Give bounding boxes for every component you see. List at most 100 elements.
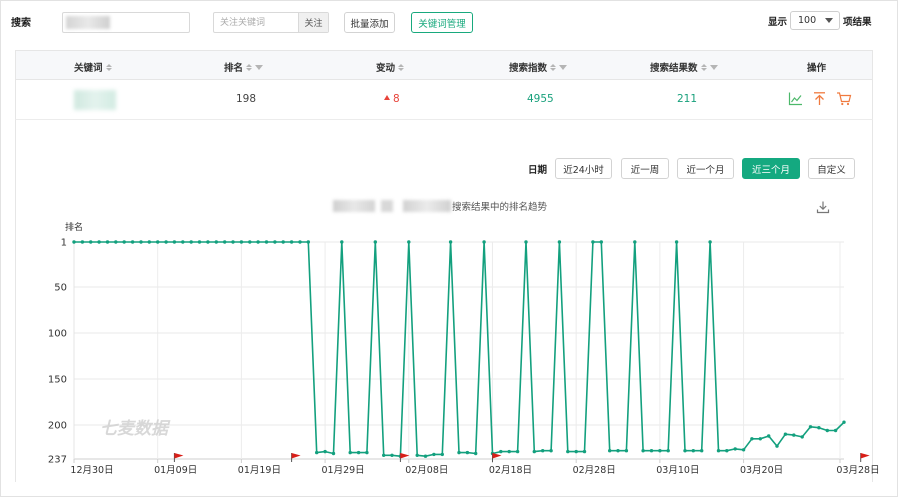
flag-shape [492,453,502,459]
y-tick-label: 100 [48,329,67,340]
data-point [708,240,712,244]
data-point [833,428,838,433]
data-point [599,240,603,244]
data-point [532,449,536,454]
data-point [423,454,428,458]
data-point [817,426,821,430]
data-point [641,449,645,453]
data-point [792,433,796,437]
data-point [248,240,252,244]
data-point [800,435,804,439]
data-point [298,240,302,244]
data-point [323,449,327,454]
data-point [122,240,126,244]
data-point [223,240,227,244]
data-point [725,449,729,453]
data-point [407,240,411,244]
x-tick-label: 02月28日 [573,465,616,476]
data-point [172,240,177,244]
data-point [608,449,612,453]
data-point [114,240,118,244]
data-point [289,240,294,244]
data-point [365,450,369,455]
data-point [214,240,218,244]
data-point [750,437,754,441]
data-point [842,420,846,424]
data-point [72,240,76,244]
flag-shape [400,453,410,459]
data-point [616,449,620,453]
data-point [741,448,746,452]
data-point [164,240,168,244]
x-tick-label: 03月28日 [836,465,879,476]
data-point [658,449,662,453]
data-point [348,450,352,455]
data-point [256,240,260,244]
data-point [767,434,771,438]
x-tick-label: 03月20日 [740,465,783,476]
data-point [147,240,151,244]
data-point [189,240,193,244]
data-point [130,240,135,244]
data-point [716,449,721,453]
x-tick-label: 02月18日 [489,465,532,476]
series-line [74,241,845,457]
data-point [432,452,436,457]
data-point [691,449,695,453]
data-point [440,452,444,457]
flag-shape [291,453,301,459]
data-point [264,240,269,244]
flag-icon [860,453,870,462]
flag-icon [399,453,410,462]
data-point [758,437,762,441]
y-tick-label: 50 [54,283,67,294]
x-tick-label: 01月29日 [321,465,364,476]
flag-icon [291,453,301,462]
data-point [231,240,235,244]
data-point [591,240,595,244]
x-tick-label: 12月30日 [70,465,113,476]
y-tick-label: 150 [48,375,67,386]
data-point [281,240,285,244]
data-point [340,240,344,244]
data-point [499,449,503,454]
x-tick-label: 01月09日 [154,465,197,476]
data-point [315,450,319,455]
rank-trend-chart: 150100150200237排名12月30日 01月09日 01月19日 01月29… [48,221,880,476]
flag-shape [860,453,870,459]
x-tick-label: 01月19日 [238,465,281,476]
data-point [507,449,511,454]
data-point [700,449,704,453]
data-point [97,240,101,244]
flag-icon [173,453,184,462]
data-point [582,449,587,454]
data-point [566,449,570,454]
data-point [649,449,654,453]
data-point [197,240,202,244]
data-point [557,240,562,244]
y-axis-label: 排名 [65,221,83,233]
data-point [457,450,461,455]
data-point [666,449,670,453]
data-point [373,240,377,244]
data-point [415,453,419,457]
data-point [783,432,788,436]
data-point [181,240,185,244]
data-point [674,240,679,244]
data-point [733,447,737,451]
data-point [574,449,578,454]
flag-shape [174,453,184,459]
data-point [541,449,545,453]
data-point [206,240,210,244]
data-point [306,240,310,244]
data-point [633,240,637,244]
data-point [273,240,277,244]
data-point [524,240,528,244]
data-point [105,240,110,244]
flag-icon [492,453,502,462]
data-point [80,240,85,244]
data-point [465,450,470,455]
data-point [775,444,779,448]
y-tick-label: 1 [61,238,67,249]
data-point [448,240,453,244]
